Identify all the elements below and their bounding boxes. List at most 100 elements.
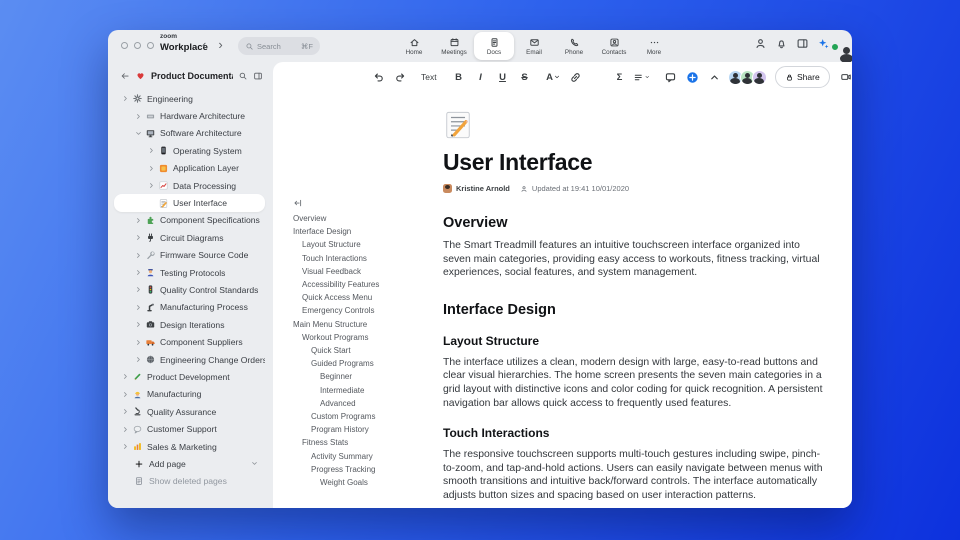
back-icon[interactable] bbox=[120, 71, 130, 81]
chev-right-icon[interactable] bbox=[134, 251, 143, 260]
outline-item-progress-tracking[interactable]: Progress Tracking bbox=[293, 463, 438, 476]
outline-item-main-menu-structure[interactable]: Main Menu Structure bbox=[293, 318, 438, 331]
tab-more[interactable]: More bbox=[634, 32, 674, 60]
chev-down-icon[interactable] bbox=[134, 129, 143, 138]
outline-item-guided-programs[interactable]: Guided Programs bbox=[293, 357, 438, 370]
comment-button[interactable] bbox=[662, 68, 679, 86]
window-controls[interactable] bbox=[121, 42, 154, 49]
panel-button[interactable] bbox=[796, 37, 809, 50]
code-button[interactable] bbox=[589, 68, 606, 86]
chev-right-icon[interactable] bbox=[134, 216, 143, 225]
chev-down-icon[interactable] bbox=[250, 459, 259, 468]
document-body[interactable]: User Interface Kristine Arnold Updated a… bbox=[443, 110, 827, 503]
sidebar-item-quality-assurance[interactable]: Quality Assurance bbox=[114, 403, 265, 420]
outline-item-layout-structure[interactable]: Layout Structure bbox=[293, 238, 438, 251]
chev-right-icon[interactable] bbox=[147, 146, 156, 155]
show-deleted-pages-button[interactable]: Show deleted pages bbox=[114, 473, 265, 490]
sidebar-item-quality-control-standards[interactable]: Quality Control Standards bbox=[114, 281, 265, 298]
sparkle-button[interactable] bbox=[817, 37, 830, 50]
window-close-button[interactable] bbox=[121, 42, 128, 49]
sidebar-item-circuit-diagrams[interactable]: Circuit Diagrams bbox=[114, 229, 265, 246]
collapse-toolbar-button[interactable] bbox=[706, 68, 723, 86]
outline-item-visual-feedback[interactable]: Visual Feedback bbox=[293, 265, 438, 278]
global-search-input[interactable]: Search ⌘F bbox=[238, 37, 320, 55]
strikethrough-button[interactable]: S bbox=[516, 68, 533, 86]
chev-right-icon[interactable] bbox=[121, 390, 130, 399]
outline-item-beginner[interactable]: Beginner bbox=[293, 370, 438, 383]
tab-email[interactable]: Email bbox=[514, 32, 554, 60]
sidebar-item-manufacturing-process[interactable]: Manufacturing Process bbox=[114, 299, 265, 316]
outline-item-advanced[interactable]: Advanced bbox=[293, 397, 438, 410]
heading-layout-structure[interactable]: Layout Structure bbox=[443, 334, 827, 348]
window-zoom-button[interactable] bbox=[147, 42, 154, 49]
nav-forward-button[interactable]: › bbox=[218, 36, 222, 54]
outline-item-overview[interactable]: Overview bbox=[293, 212, 438, 225]
heading-interface-design[interactable]: Interface Design bbox=[443, 302, 827, 318]
chev-right-icon[interactable] bbox=[121, 442, 130, 451]
chev-right-icon[interactable] bbox=[134, 112, 143, 121]
nav-back-button[interactable]: ‹ bbox=[202, 36, 206, 54]
outline-item-intermediate[interactable]: Intermediate bbox=[293, 384, 438, 397]
sidebar-item-hardware-architecture[interactable]: Hardware Architecture bbox=[114, 107, 265, 124]
sidebar-item-design-iterations[interactable]: Design Iterations bbox=[114, 316, 265, 333]
memo-large-icon[interactable] bbox=[443, 110, 473, 140]
panel-icon[interactable] bbox=[253, 71, 263, 81]
tab-home[interactable]: Home bbox=[394, 32, 434, 60]
chev-right-icon[interactable] bbox=[134, 303, 143, 312]
sidebar-item-firmware-source-code[interactable]: Firmware Source Code bbox=[114, 247, 265, 264]
tab-phone[interactable]: Phone bbox=[554, 32, 594, 60]
outline-collapse-icon[interactable] bbox=[293, 198, 438, 208]
text-color-button[interactable]: A bbox=[545, 68, 562, 86]
sidebar-item-operating-system[interactable]: Operating System bbox=[114, 142, 265, 159]
undo-button[interactable] bbox=[370, 68, 387, 86]
equation-button[interactable]: Σ bbox=[611, 68, 628, 86]
italic-button[interactable]: I bbox=[472, 68, 489, 86]
sidebar-collapse-icon[interactable] bbox=[253, 71, 263, 81]
sidebar-item-sales-marketing[interactable]: Sales & Marketing bbox=[114, 438, 265, 455]
bold-button[interactable]: B bbox=[450, 68, 467, 86]
back-arrow-icon[interactable] bbox=[120, 71, 130, 81]
sidebar-item-engineering-change-orders[interactable]: Engineering Change Orders bbox=[114, 351, 265, 368]
outline-item-fitness-stats[interactable]: Fitness Stats bbox=[293, 436, 438, 449]
tab-meetings[interactable]: Meetings bbox=[434, 32, 474, 60]
sidebar-item-testing-protocols[interactable]: Testing Protocols bbox=[114, 264, 265, 281]
outline-item-touch-interactions[interactable]: Touch Interactions bbox=[293, 252, 438, 265]
paragraph[interactable]: The interface utilizes a clean, modern d… bbox=[443, 356, 827, 410]
person-button[interactable] bbox=[754, 37, 767, 50]
sidebar-search-icon[interactable] bbox=[238, 71, 248, 81]
underline-button[interactable]: U bbox=[494, 68, 511, 86]
page-emoji-icon[interactable] bbox=[443, 110, 827, 140]
sidebar-item-application-layer[interactable]: Application Layer bbox=[114, 160, 265, 177]
chev-right-icon[interactable] bbox=[134, 355, 143, 364]
sidebar-item-engineering[interactable]: Engineering bbox=[114, 90, 265, 107]
outline-item-quick-access-menu[interactable]: Quick Access Menu bbox=[293, 291, 438, 304]
collapse-left-icon[interactable] bbox=[293, 198, 303, 208]
paragraph[interactable]: The Smart Treadmill features an intuitiv… bbox=[443, 239, 827, 280]
sidebar-item-user-interface[interactable]: User Interface bbox=[114, 194, 265, 212]
list-button[interactable] bbox=[633, 68, 650, 86]
paragraph[interactable]: The responsive touchscreen supports mult… bbox=[443, 448, 827, 502]
video-cam-button[interactable] bbox=[840, 71, 852, 83]
share-button[interactable]: Share bbox=[775, 66, 830, 88]
sidebar-item-product-development[interactable]: Product Development bbox=[114, 368, 265, 385]
redo-button[interactable] bbox=[392, 68, 409, 86]
outline-item-weight-goals[interactable]: Weight Goals bbox=[293, 476, 438, 489]
outline-item-quick-start[interactable]: Quick Start bbox=[293, 344, 438, 357]
outline-item-emergency-controls[interactable]: Emergency Controls bbox=[293, 304, 438, 317]
chevron-down-icon[interactable] bbox=[250, 459, 259, 468]
link-button[interactable] bbox=[567, 68, 584, 86]
chev-right-icon[interactable] bbox=[134, 233, 143, 242]
chev-right-icon[interactable] bbox=[134, 320, 143, 329]
heading-touch-interactions[interactable]: Touch Interactions bbox=[443, 426, 827, 440]
outline-item-program-history[interactable]: Program History bbox=[293, 423, 438, 436]
tab-contacts[interactable]: Contacts bbox=[594, 32, 634, 60]
chev-right-icon[interactable] bbox=[147, 181, 156, 190]
chev-right-icon[interactable] bbox=[121, 94, 130, 103]
heading-overview[interactable]: Overview bbox=[443, 215, 827, 231]
tab-docs[interactable]: Docs bbox=[474, 32, 514, 60]
page-title[interactable]: User Interface bbox=[443, 149, 827, 176]
chev-right-icon[interactable] bbox=[134, 268, 143, 277]
outline-item-interface-design[interactable]: Interface Design bbox=[293, 225, 438, 238]
search-icon[interactable] bbox=[238, 71, 248, 81]
window-minimize-button[interactable] bbox=[134, 42, 141, 49]
